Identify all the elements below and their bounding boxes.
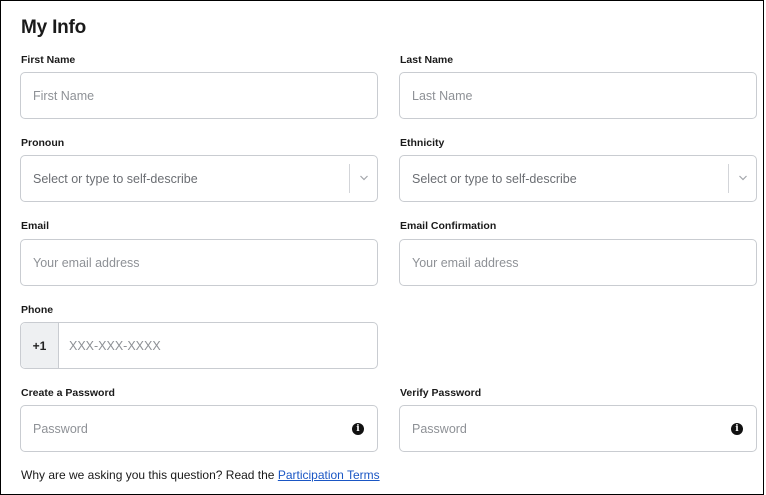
last-name-label: Last Name (400, 54, 454, 66)
last-name-input[interactable] (400, 73, 756, 118)
page-title: My Info (21, 17, 87, 38)
footer-text: Why are we asking you this question? Rea… (21, 468, 278, 482)
email-field[interactable] (20, 239, 378, 286)
password-field[interactable]: i (20, 405, 378, 452)
first-name-input[interactable] (21, 73, 377, 118)
ethnicity-label: Ethnicity (400, 137, 445, 149)
phone-input[interactable] (58, 323, 377, 368)
verify-password-input[interactable] (400, 406, 756, 451)
email-input[interactable] (21, 240, 377, 285)
chevron-down-icon[interactable] (738, 174, 748, 182)
country-code-prefix: +1 (21, 323, 59, 368)
info-icon[interactable]: i (352, 423, 364, 435)
participation-terms-link[interactable]: Participation Terms (278, 468, 380, 482)
first-name-label: First Name (21, 54, 76, 66)
verify-password-field[interactable]: i (399, 405, 757, 452)
my-info-form: My Info First Name Last Name Pronoun Sel… (0, 0, 764, 495)
info-icon[interactable]: i (731, 423, 743, 435)
email-confirmation-input[interactable] (400, 240, 756, 285)
chevron-down-icon[interactable] (359, 174, 369, 182)
select-divider (349, 164, 350, 193)
password-input[interactable] (21, 406, 377, 451)
pronoun-placeholder: Select or type to self-describe (33, 171, 198, 186)
ethnicity-select[interactable]: Select or type to self-describe (399, 155, 757, 202)
create-password-label: Create a Password (21, 387, 115, 399)
select-divider (728, 164, 729, 193)
phone-field[interactable]: +1 (20, 322, 378, 369)
first-name-field[interactable] (20, 72, 378, 119)
verify-password-label: Verify Password (400, 387, 482, 399)
pronoun-select[interactable]: Select or type to self-describe (20, 155, 378, 202)
footer-note: Why are we asking you this question? Rea… (21, 468, 380, 482)
email-confirmation-label: Email Confirmation (400, 220, 497, 232)
email-label: Email (21, 220, 50, 232)
pronoun-label: Pronoun (21, 137, 65, 149)
phone-label: Phone (21, 304, 54, 316)
last-name-field[interactable] (399, 72, 757, 119)
ethnicity-placeholder: Select or type to self-describe (412, 171, 577, 186)
email-confirmation-field[interactable] (399, 239, 757, 286)
